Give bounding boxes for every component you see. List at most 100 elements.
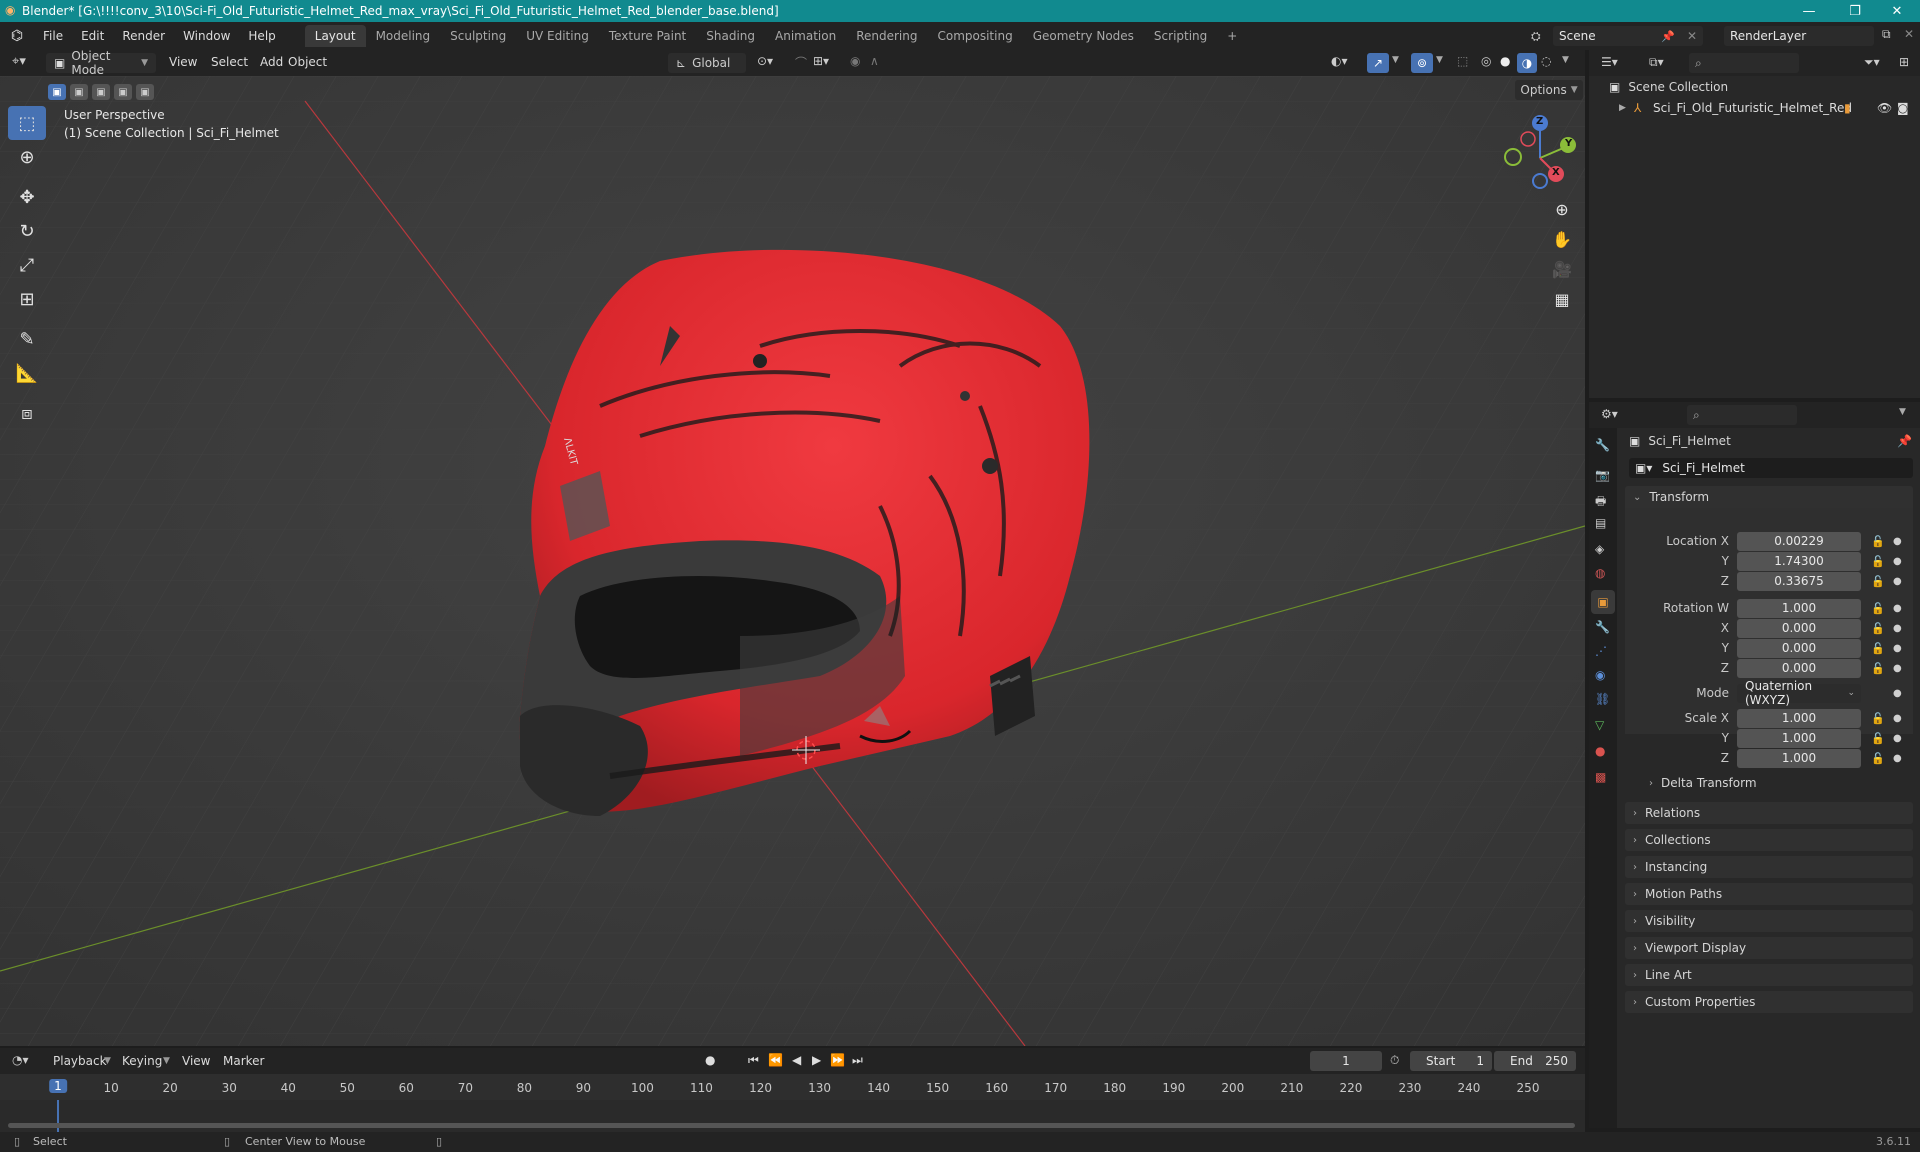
keyframe-dot-icon[interactable]: ● [1893,603,1902,614]
play-reverse-icon[interactable]: ◀ [792,1053,801,1067]
rotation-mode-dropdown[interactable]: Quaternion (WXYZ) ⌄ [1737,679,1861,707]
minimize-button[interactable]: — [1786,0,1832,22]
scene-selector[interactable]: Scene 📌 ✕ [1553,26,1703,46]
view-layer-tab-icon[interactable]: ▤ [1595,516,1606,530]
timeline-editor-icon[interactable]: ◔▾ [12,1053,29,1067]
overlays-dropdown-icon[interactable]: ▼ [1436,55,1443,65]
view-layer-selector[interactable]: RenderLayer [1724,26,1874,46]
record-icon[interactable]: ● [705,1053,715,1067]
lock-icon[interactable]: 🔓 [1871,575,1885,588]
keyframe-dot-icon[interactable]: ● [1893,623,1902,634]
jump-start-icon[interactable]: ⏮ [748,1053,759,1068]
keyframe-dot-icon[interactable]: ● [1893,688,1902,699]
annotate-tool-icon[interactable]: ✎ [8,322,46,356]
falloff-icon[interactable]: ∧ [870,54,879,68]
rotation-x-field[interactable]: 0.000 [1737,618,1861,638]
object-menu[interactable]: Object [279,55,336,69]
gizmo-toggle-icon[interactable]: ↗ [1367,53,1389,73]
play-icon[interactable]: ▶ [812,1053,821,1067]
prev-keyframe-icon[interactable]: ⏪ [768,1053,783,1067]
rotation-z-field[interactable]: 0.000 [1737,658,1861,678]
options-dropdown[interactable]: Options ▼ [1515,80,1583,100]
current-frame-field[interactable]: 1 [1310,1051,1382,1071]
panel-motion-paths[interactable]: › Motion Paths [1625,883,1913,905]
add-cube-tool-icon[interactable]: ⧈ [8,396,46,430]
camera-render-icon[interactable]: ◙ [1897,101,1909,115]
gizmo-x-label[interactable]: X [1552,167,1560,178]
menu-render[interactable]: Render [113,29,174,43]
lock-icon[interactable]: 🔓 [1871,642,1885,655]
select-subtract-icon[interactable]: ▣ [92,84,110,100]
tab-scripting[interactable]: Scripting [1144,25,1217,47]
transform-tool-icon[interactable]: ⊞ [8,282,46,316]
tab-compositing[interactable]: Compositing [927,25,1022,47]
scale-x-field[interactable]: 1.000 [1737,708,1861,728]
filter-icon[interactable]: ⏷▾ [1864,55,1880,70]
select-new-icon[interactable]: ▣ [48,84,66,100]
tab-layout[interactable]: Layout [304,25,366,47]
select-box-tool-icon[interactable]: ⬚ [8,106,46,140]
properties-options-icon[interactable]: ▼ [1899,407,1906,417]
menu-edit[interactable]: Edit [72,29,113,43]
measure-tool-icon[interactable]: 📐 [8,356,46,390]
snap-target-icon[interactable]: ⊞▾ [813,54,829,68]
timeline-scrollbar[interactable] [8,1123,1575,1128]
lock-icon[interactable]: 🔓 [1871,555,1885,568]
scene-close-icon[interactable]: ✕ [1687,29,1697,43]
zoom-icon[interactable]: ⊕ [1547,194,1577,224]
properties-search-input[interactable]: ⌕ [1687,405,1797,425]
wireframe-shading-icon[interactable]: ◎ [1481,54,1491,68]
stopwatch-icon[interactable]: ⏱ [1390,1053,1399,1068]
scene-collection-row[interactable]: ▣ Scene Collection [1609,80,1728,94]
menu-file[interactable]: File [34,29,72,43]
tab-shading[interactable]: Shading [696,25,765,47]
keyframe-dot-icon[interactable]: ● [1893,536,1902,547]
lock-icon[interactable]: 🔓 [1871,535,1885,548]
tool-tab-icon[interactable]: 🔧 [1595,438,1610,452]
pivot-icon[interactable]: ⊙▾ [757,54,773,68]
snap-icon[interactable]: ⌒ [795,54,807,71]
remove-view-layer-icon[interactable]: ✕ [1904,27,1914,41]
3d-viewport[interactable]: Z Y X ΛLKIT ▣ ▣ ▣ ▣ ▣ Options ▼ User Per… [0,76,1585,1046]
location-z-field[interactable]: 0.33675 [1737,571,1861,591]
overlays-toggle-icon[interactable]: ⊚ [1411,53,1433,73]
solid-shading-icon[interactable]: ● [1500,54,1510,68]
scale-tool-icon[interactable]: ⤢ [8,248,46,282]
close-button[interactable]: ✕ [1874,0,1920,22]
jump-end-icon[interactable]: ⏭ [852,1053,863,1068]
lock-icon[interactable]: 🔓 [1871,602,1885,615]
tab-animation[interactable]: Animation [765,25,846,47]
tab-geometry-nodes[interactable]: Geometry Nodes [1023,25,1144,47]
material-shading-icon[interactable]: ◑ [1517,53,1537,73]
new-collection-icon[interactable]: ⊞ [1899,55,1909,69]
pan-hand-icon[interactable]: ✋ [1547,224,1577,254]
tab-modeling[interactable]: Modeling [366,25,441,47]
start-frame-field[interactable]: Start 1 [1410,1051,1492,1071]
view-menu[interactable]: View [160,55,206,69]
editor-type-icon[interactable]: ⌖▾ [12,54,26,69]
shading-dropdown-icon[interactable]: ▼ [1562,55,1569,65]
timeline-area[interactable]: 1 10 20 30 40 50 60 70 80 90 100 110 120 130 140 150 160… [0,1074,1585,1132]
tab-uv-editing[interactable]: UV Editing [516,25,599,47]
menu-help[interactable]: Help [239,29,284,43]
keyframe-dot-icon[interactable]: ● [1893,663,1902,674]
render-tab-icon[interactable]: 📷 [1595,468,1610,482]
outliner-item[interactable]: ▶ ⅄ Sci_Fi_Old_Futuristic_Helmet_Red ▮ 👁… [1589,98,1920,118]
texture-tab-icon[interactable]: ▩ [1595,770,1606,784]
timeline-view-menu[interactable]: View [173,1054,219,1068]
panel-relations[interactable]: › Relations [1625,802,1913,824]
panel-visibility[interactable]: › Visibility [1625,910,1913,932]
display-mode-icon[interactable]: ⧉▾ [1649,55,1664,70]
restore-button[interactable]: ❐ [1832,0,1878,22]
delta-transform-subpanel[interactable]: › Delta Transform [1649,776,1757,790]
panel-custom-properties[interactable]: › Custom Properties [1625,991,1913,1013]
ortho-grid-icon[interactable]: ▦ [1547,284,1577,314]
keyframe-dot-icon[interactable]: ● [1893,733,1902,744]
outliner-editor-icon[interactable]: ☰▾ [1601,55,1618,69]
rotate-tool-icon[interactable]: ↻ [8,214,46,248]
gizmo-y-label[interactable]: Y [1565,138,1572,149]
move-tool-icon[interactable]: ✥ [8,180,46,214]
lock-icon[interactable]: 🔓 [1871,712,1885,725]
next-keyframe-icon[interactable]: ⏩ [830,1053,845,1067]
select-invert-icon[interactable]: ▣ [114,84,132,100]
